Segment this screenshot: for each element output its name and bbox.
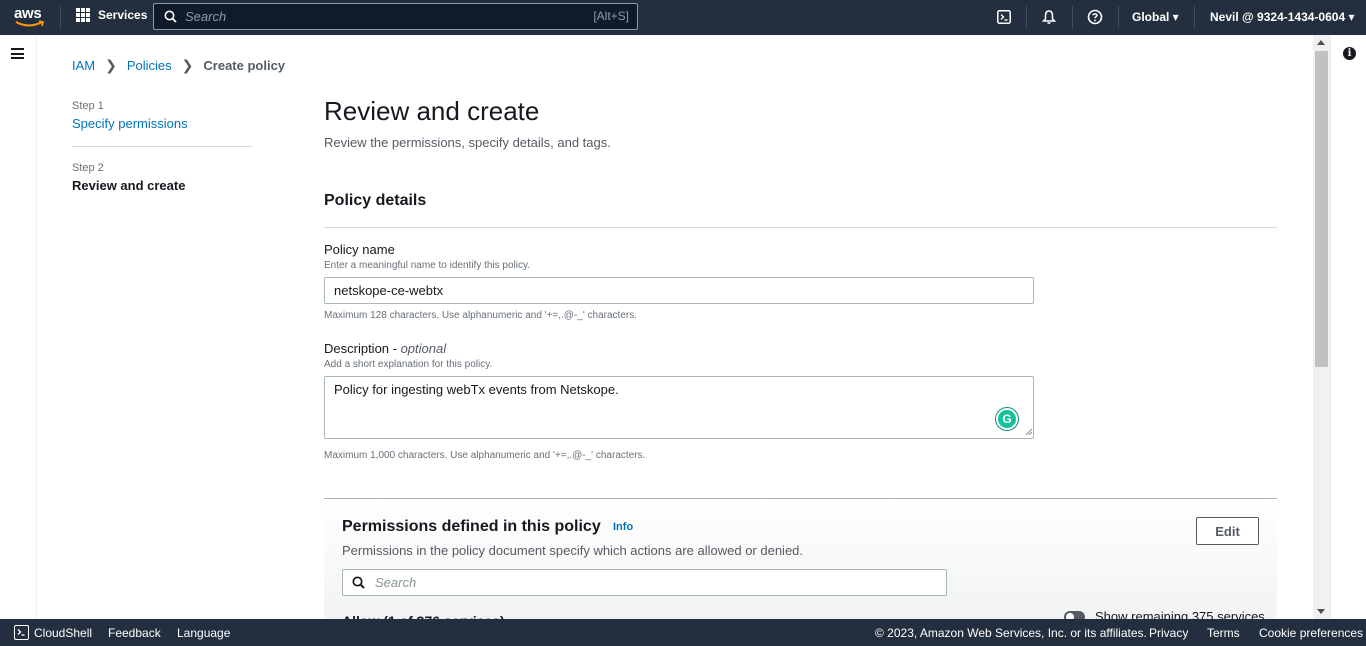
permissions-search-input[interactable] <box>375 575 875 590</box>
permissions-heading: Permissions defined in this policy <box>342 518 601 535</box>
edit-button[interactable]: Edit <box>1196 517 1259 545</box>
description-label: Description - optional <box>324 341 447 356</box>
page-title: Review and create <box>324 96 540 126</box>
footer-terms[interactable]: Terms <box>1207 626 1240 640</box>
scroll-up-icon[interactable] <box>1317 40 1325 45</box>
policy-details-heading: Policy details <box>324 192 427 209</box>
services-label: Services <box>98 8 148 22</box>
chevron-right-icon: ❯ <box>105 57 117 73</box>
step-divider <box>72 146 252 147</box>
policy-name-constraint: Maximum 128 characters. Use alphanumeric… <box>324 310 637 321</box>
scroll-down-icon[interactable] <box>1317 609 1325 614</box>
help-panel-rail: i <box>1330 35 1366 619</box>
policy-name-description: Enter a meaningful name to identify this… <box>324 260 531 271</box>
footer-copyright: © 2023, Amazon Web Services, Inc. or its… <box>875 626 1147 640</box>
aws-logo[interactable]: aws <box>14 5 46 29</box>
grammarly-icon[interactable]: G <box>996 408 1018 430</box>
footer-feedback[interactable]: Feedback <box>108 626 161 640</box>
optional-tag: optional <box>400 341 447 356</box>
description-constraint: Maximum 1,000 characters. Use alphanumer… <box>324 450 646 461</box>
aws-smile-icon <box>15 20 44 27</box>
footer: CloudShell Feedback Language © 2023, Ama… <box>0 619 1366 646</box>
nav-divider <box>1194 6 1195 28</box>
account-menu[interactable]: Nevil @ 9324-1434-0604 ▾ <box>1210 10 1355 24</box>
section-divider <box>324 227 1277 228</box>
global-search-input[interactable] <box>185 9 565 24</box>
description-textarea[interactable]: Policy for ingesting webTx events from N… <box>324 376 1034 439</box>
global-search-box[interactable]: [Alt+S] <box>153 3 638 30</box>
search-icon <box>352 576 365 589</box>
step-2-current: Review and create <box>72 178 186 193</box>
search-icon <box>164 10 177 23</box>
cloudshell-footer-icon[interactable] <box>14 625 29 640</box>
region-selector[interactable]: Global ▾ <box>1132 10 1179 24</box>
hamburger-menu-icon[interactable] <box>11 48 24 59</box>
help-icon[interactable] <box>1086 8 1104 26</box>
footer-cookie-preferences[interactable]: Cookie preferences <box>1259 626 1363 640</box>
wizard-steps: Step 1 Specify permissions Step 2 Review… <box>72 100 252 193</box>
nav-divider <box>1072 6 1073 28</box>
footer-cloudshell[interactable]: CloudShell <box>34 626 92 640</box>
cloudshell-icon[interactable] <box>995 8 1013 26</box>
breadcrumb-policies[interactable]: Policies <box>127 58 172 73</box>
footer-privacy[interactable]: Privacy <box>1149 626 1188 640</box>
permissions-search-box[interactable] <box>342 569 947 596</box>
top-navigation: aws Services [Alt+S] Global ▾ Nevil @ 93… <box>0 0 1366 35</box>
permissions-subtitle: Permissions in the policy document speci… <box>342 543 804 558</box>
breadcrumb-iam[interactable]: IAM <box>72 58 95 73</box>
left-rail <box>0 35 37 619</box>
policy-name-label: Policy name <box>324 242 395 257</box>
nav-divider <box>1026 6 1027 28</box>
breadcrumb-current: Create policy <box>203 58 286 73</box>
step-2-number: Step 2 <box>72 162 104 174</box>
permissions-panel: Permissions defined in this policy Info … <box>324 498 1277 629</box>
policy-name-input[interactable] <box>324 277 1034 304</box>
page-scrollbar[interactable] <box>1313 35 1330 619</box>
services-grid-icon <box>76 8 90 22</box>
notifications-bell-icon[interactable] <box>1040 8 1058 26</box>
description-help: Add a short explanation for this policy. <box>324 359 493 370</box>
nav-divider <box>60 6 61 28</box>
footer-language[interactable]: Language <box>177 626 230 640</box>
services-menu-button[interactable]: Services <box>76 8 147 22</box>
scroll-thumb[interactable] <box>1315 51 1328 367</box>
info-icon[interactable]: i <box>1343 47 1356 60</box>
search-shortcut-hint: [Alt+S] <box>593 9 629 23</box>
step-1-number: Step 1 <box>72 100 104 112</box>
chevron-right-icon: ❯ <box>181 57 194 73</box>
step-1-link[interactable]: Specify permissions <box>72 116 252 131</box>
permissions-info-link[interactable]: Info <box>613 521 633 533</box>
nav-divider <box>1118 6 1119 28</box>
page-subtitle: Review the permissions, specify details,… <box>324 135 611 150</box>
resize-grip-icon[interactable] <box>1025 428 1033 436</box>
breadcrumb: IAM ❯ Policies ❯ Create policy <box>72 57 285 74</box>
